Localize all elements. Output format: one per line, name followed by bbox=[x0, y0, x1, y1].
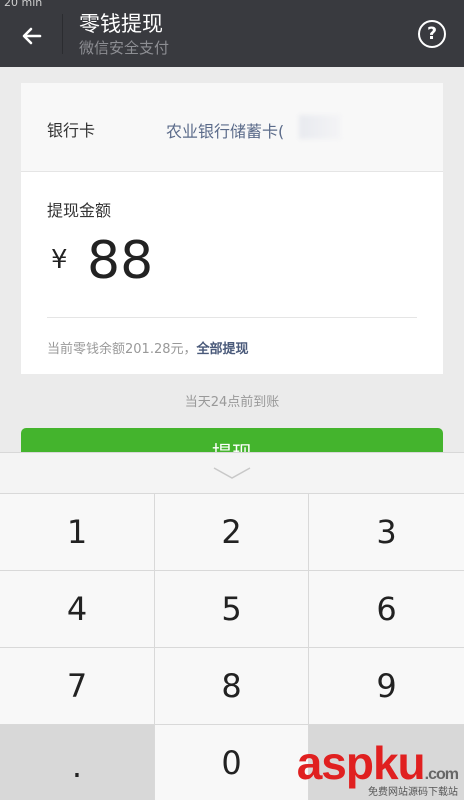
key-1[interactable]: 1 bbox=[0, 493, 155, 570]
status-bar: 20 min bbox=[0, 0, 464, 10]
withdraw-card: 银行卡 农业银行储蓄卡( 提现金额 ¥ 88 当前零钱余额201.28元，全部提… bbox=[21, 83, 443, 374]
bank-card-value: 农业银行储蓄卡( bbox=[166, 122, 285, 141]
key-9[interactable]: 9 bbox=[309, 647, 464, 724]
numeric-keypad: 1 2 3 4 5 6 7 8 9 . 0 aspku.com 免费网站源码下载… bbox=[0, 452, 464, 800]
currency-symbol: ¥ bbox=[51, 245, 68, 275]
balance-info: 当前零钱余额201.28元，全部提现 bbox=[47, 338, 249, 357]
balance-text: 当前零钱余额201.28元， bbox=[47, 342, 197, 357]
key-8[interactable]: 8 bbox=[155, 647, 309, 724]
key-dot[interactable]: . bbox=[0, 724, 155, 800]
key-7[interactable]: 7 bbox=[0, 647, 155, 724]
amount-divider bbox=[47, 317, 417, 318]
amount-input[interactable]: 88 bbox=[87, 231, 153, 291]
bank-card-label: 银行卡 bbox=[47, 121, 96, 140]
page-subtitle: 微信安全支付 bbox=[79, 39, 170, 57]
watermark-suffix: .com bbox=[424, 766, 459, 783]
header-divider bbox=[62, 14, 63, 54]
keyboard-collapse-button[interactable] bbox=[0, 453, 464, 493]
page-title: 零钱提现 bbox=[79, 12, 163, 36]
status-clock: 20 min bbox=[4, 0, 43, 9]
key-2[interactable]: 2 bbox=[155, 493, 309, 570]
watermark-subtitle: 免费网站源码下载站 bbox=[368, 787, 458, 798]
key-0[interactable]: 0 bbox=[155, 724, 309, 800]
chevron-down-icon bbox=[213, 467, 251, 479]
amount-label: 提现金额 bbox=[47, 201, 112, 220]
back-arrow-icon bbox=[22, 27, 42, 45]
back-button[interactable] bbox=[10, 14, 54, 58]
app-header: 零钱提现 微信安全支付 ? bbox=[0, 0, 464, 67]
bank-card-row[interactable]: 银行卡 农业银行储蓄卡( bbox=[21, 83, 443, 172]
key-3[interactable]: 3 bbox=[309, 493, 464, 570]
help-icon[interactable]: ? bbox=[418, 20, 446, 48]
masked-card-number bbox=[299, 115, 341, 139]
watermark-main: aspku bbox=[296, 737, 426, 789]
watermark-logo: aspku.com bbox=[296, 736, 459, 790]
key-5[interactable]: 5 bbox=[155, 570, 309, 647]
withdraw-all-link[interactable]: 全部提现 bbox=[197, 342, 249, 357]
key-4[interactable]: 4 bbox=[0, 570, 155, 647]
arrival-notice: 当天24点前到账 bbox=[184, 395, 280, 410]
key-6[interactable]: 6 bbox=[309, 570, 464, 647]
